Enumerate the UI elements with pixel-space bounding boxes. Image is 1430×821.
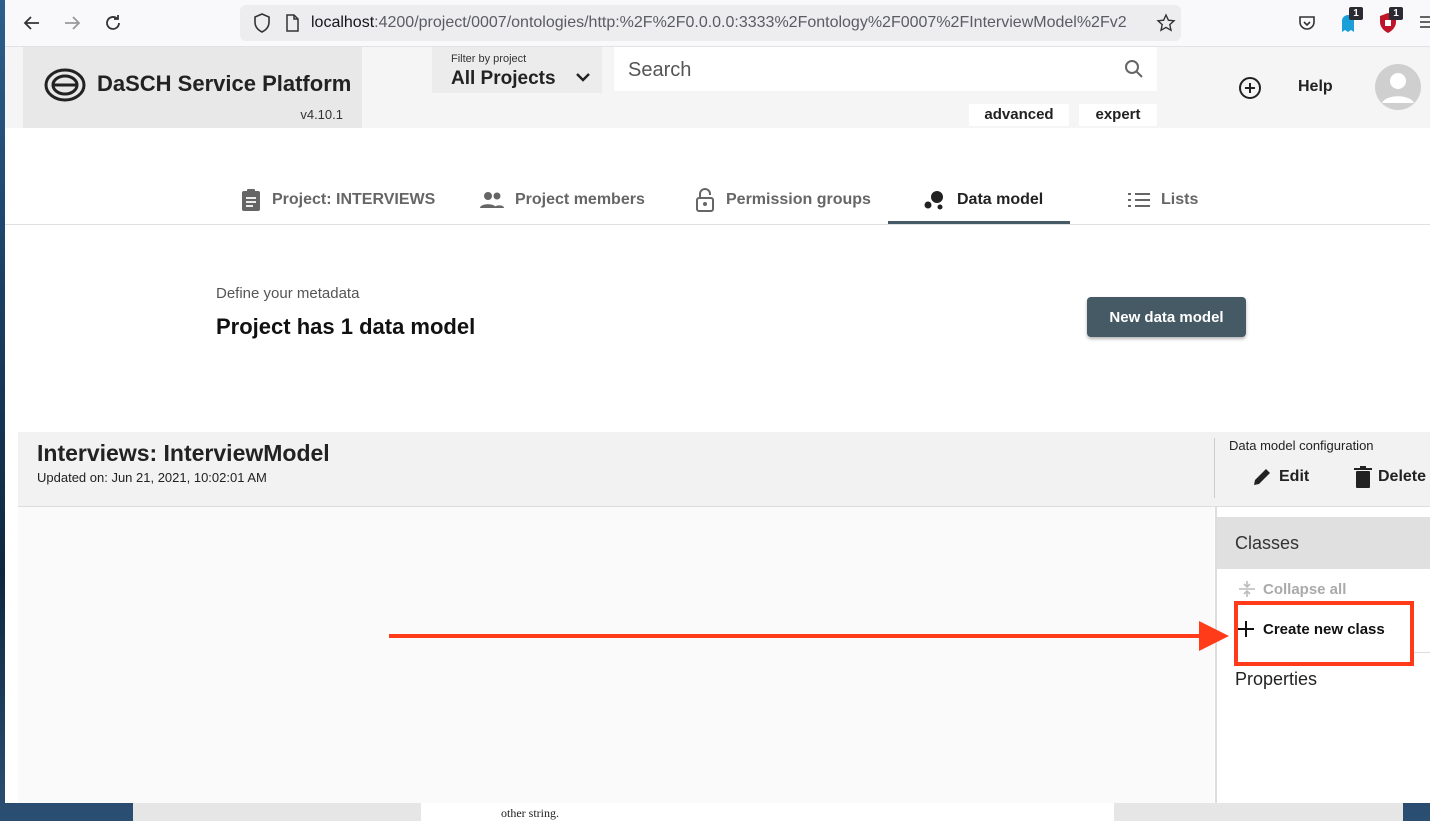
background-window: other string. (133, 803, 1403, 821)
delete-ontology-button[interactable]: Delete (1354, 466, 1426, 488)
url-text[interactable]: localhost:4200/project/0007/ontologies/h… (311, 14, 1151, 32)
data-model-subtitle: Define your metadata (216, 285, 360, 302)
tab-label: Lists (1161, 191, 1199, 208)
classes-label: Classes (1235, 533, 1300, 553)
app-header: DaSCH Service Platform v4.10.1 Filter by… (5, 47, 1430, 128)
tab-project-members[interactable]: Project members (479, 176, 645, 224)
tab-project[interactable]: Project: INTERVIEWS (240, 176, 435, 224)
app-version: v4.10.1 (300, 107, 343, 122)
background-document: other string. (421, 803, 1114, 821)
data-model-count-title: Project has 1 data model (216, 314, 476, 339)
forward-arrow-icon (65, 16, 81, 30)
search-input[interactable]: Search (614, 47, 1157, 91)
pocket-icon[interactable] (1297, 13, 1317, 33)
browser-window: localhost:4200/project/0007/ontologies/h… (5, 0, 1430, 803)
clipboard-icon (242, 189, 260, 211)
extension-badge: 1 (1349, 7, 1363, 20)
edit-label: Edit (1279, 468, 1310, 485)
tab-lists[interactable]: Lists (1127, 176, 1198, 224)
tab-label: Data model (957, 191, 1044, 208)
search-placeholder: Search (628, 59, 692, 81)
reload-icon (106, 15, 120, 30)
browser-toolbar: localhost:4200/project/0007/ontologies/h… (5, 0, 1430, 47)
pencil-icon (1254, 469, 1270, 485)
properties-header[interactable]: Properties (1235, 669, 1317, 690)
chevron-down-icon (576, 73, 590, 82)
background-text: other string. (501, 806, 559, 820)
list-icon (1128, 193, 1150, 207)
ontology-title: Interviews: InterviewModel (37, 440, 330, 466)
url-path: :4200/project/0007/ontologies/http:%2F%2… (374, 14, 1127, 31)
filter-label: Filter by project (451, 53, 527, 65)
collapse-all-label: Collapse all (1263, 580, 1347, 598)
tabs-divider (5, 224, 1430, 225)
project-filter-select[interactable]: Filter by project All Projects (432, 47, 602, 93)
dasch-logo-icon (44, 68, 86, 102)
tab-label: Project members (515, 191, 645, 208)
lock-icon (696, 188, 714, 212)
tab-label: Project: INTERVIEWS (272, 191, 436, 208)
extension-badge: 1 (1389, 7, 1403, 20)
tab-permission-groups[interactable]: Permission groups (694, 176, 871, 224)
filter-value: All Projects (451, 68, 556, 89)
annotation-arrow-head (1199, 621, 1229, 651)
add-circle-icon[interactable] (1238, 76, 1262, 100)
bookmark-star-icon[interactable] (1156, 13, 1176, 33)
shield-icon[interactable] (253, 13, 271, 33)
reload-button[interactable] (98, 8, 128, 38)
config-divider (1214, 438, 1215, 498)
trash-icon (1354, 466, 1372, 488)
url-host: localhost (311, 14, 375, 31)
group-icon (480, 192, 504, 208)
annotation-arrow-line (389, 634, 1204, 638)
page-icon (286, 14, 299, 32)
forward-button[interactable] (57, 8, 87, 38)
url-bar[interactable]: localhost:4200/project/0007/ontologies/h… (240, 5, 1181, 41)
ontology-canvas (18, 507, 1214, 803)
new-data-model-button[interactable]: New data model (1087, 297, 1246, 337)
ontology-header: Interviews: InterviewModel Updated on: J… (18, 432, 1430, 507)
menu-icon[interactable] (1419, 14, 1430, 30)
tab-label: Permission groups (726, 191, 871, 208)
search-icon[interactable] (1124, 59, 1144, 79)
help-link[interactable]: Help (1298, 78, 1333, 96)
active-tab-indicator (888, 221, 1070, 224)
ontology-updated-date: Updated on: Jun 21, 2021, 10:02:01 AM (37, 470, 267, 485)
bubble-chart-icon (924, 191, 943, 210)
expert-search-button[interactable]: expert (1079, 104, 1157, 126)
back-arrow-icon (23, 16, 39, 30)
panel-divider (1412, 652, 1430, 653)
tab-data-model[interactable]: Data model (923, 176, 1043, 224)
brand[interactable]: DaSCH Service Platform v4.10.1 (23, 47, 362, 128)
unfold-less-icon (1239, 581, 1255, 597)
delete-label: Delete (1378, 468, 1427, 485)
config-label: Data model configuration (1229, 438, 1374, 453)
advanced-search-button[interactable]: advanced (969, 104, 1069, 126)
annotation-highlight-box (1234, 601, 1414, 666)
edit-ontology-button[interactable]: Edit (1251, 466, 1309, 488)
back-button[interactable] (17, 8, 47, 38)
avatar[interactable] (1375, 64, 1421, 110)
classes-header[interactable]: Classes (1217, 517, 1430, 569)
brand-title: DaSCH Service Platform (97, 71, 352, 96)
collapse-all-button[interactable]: Collapse all (1237, 579, 1346, 599)
